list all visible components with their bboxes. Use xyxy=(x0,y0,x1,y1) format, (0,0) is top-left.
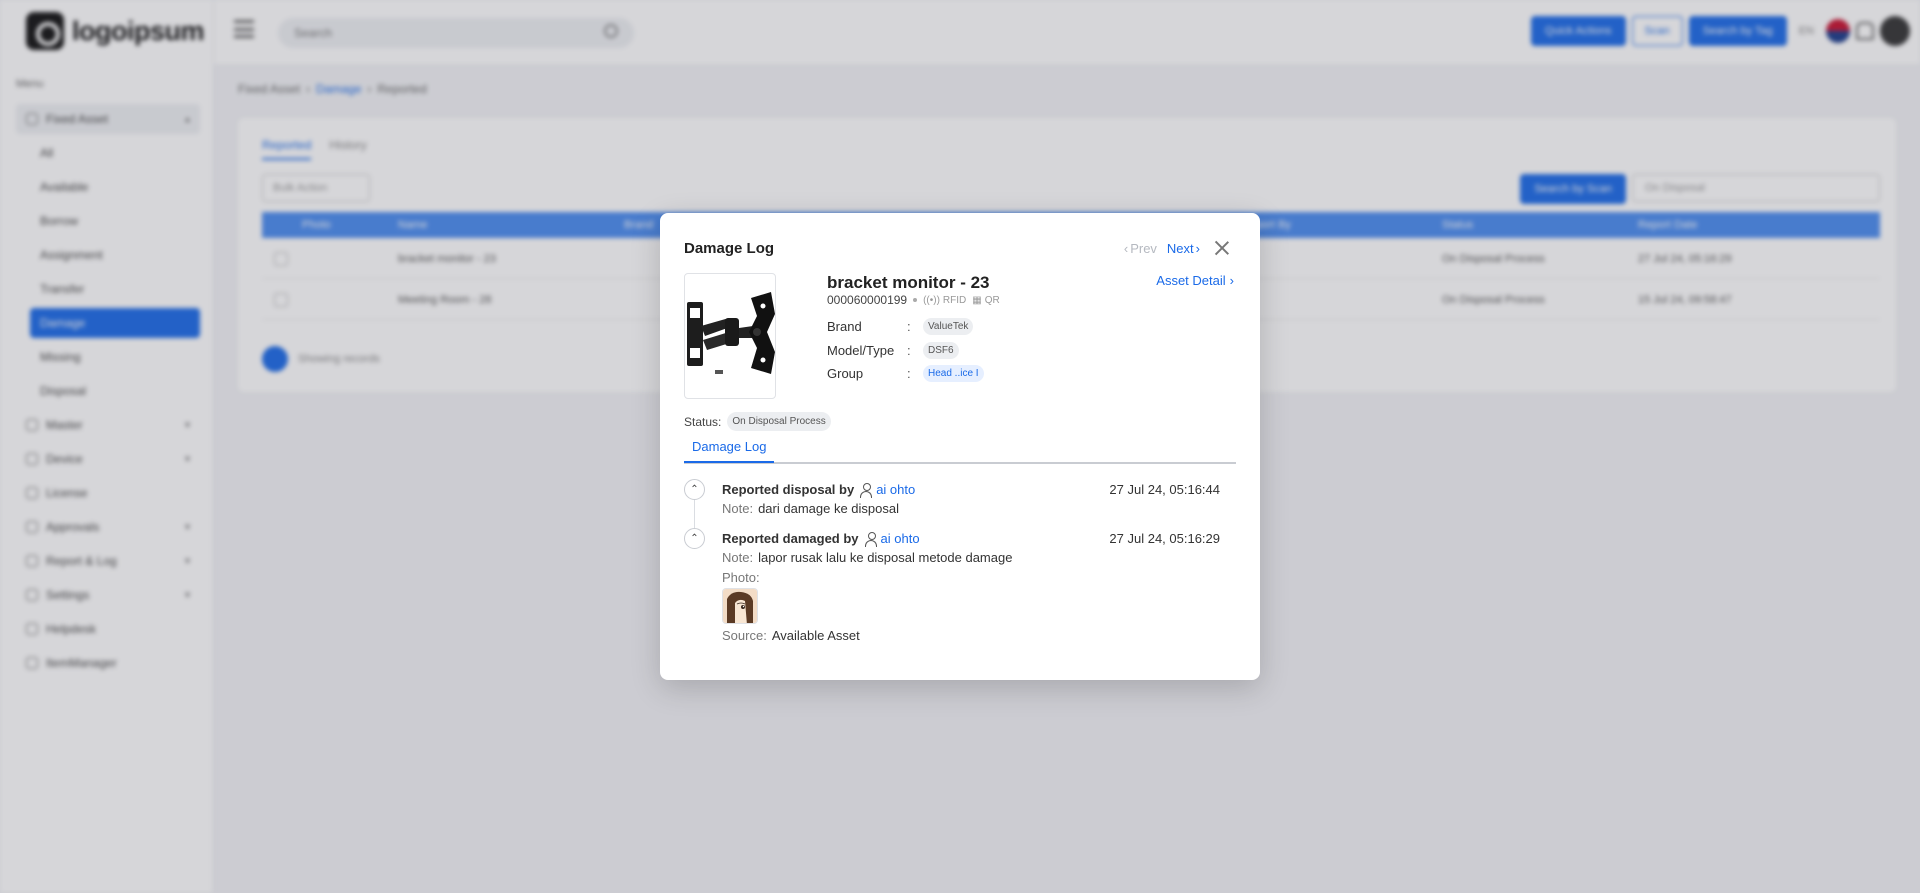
next-button[interactable]: Next › xyxy=(1167,241,1200,256)
user-icon xyxy=(864,531,877,547)
prev-button[interactable]: ‹ Prev xyxy=(1124,241,1157,256)
status-row: Status: On Disposal Process xyxy=(684,412,831,431)
log-heading: Reported disposal by ai ohto xyxy=(722,482,915,498)
tab-damage-log[interactable]: Damage Log xyxy=(684,439,775,463)
asset-detail-link[interactable]: Asset Detail › xyxy=(1156,273,1234,288)
attribute-value-chip: Head ..ice I xyxy=(923,365,984,382)
asset-name: bracket monitor - 23 xyxy=(827,273,990,292)
rfid-icon: ((•)) xyxy=(923,294,940,306)
asset-code-row: 000060000199 ((•)) RFID ▦ QR xyxy=(827,293,1000,307)
damage-log-modal: Damage Log ‹ Prev Next › bracket monitor -… xyxy=(660,213,1260,680)
log-date: 27 Jul 24, 05:16:44 xyxy=(1109,482,1220,497)
source-label: Source: xyxy=(722,628,767,643)
asset-code: 000060000199 xyxy=(827,293,908,307)
status-badge: On Disposal Process xyxy=(727,412,831,431)
attribute-key: Model/Type xyxy=(827,343,895,358)
source-text: Available Asset xyxy=(771,628,860,643)
chevron-right-icon: › xyxy=(1195,240,1200,256)
modal-navigation: ‹ Prev Next › xyxy=(1124,240,1230,256)
log-action: Reported damaged by xyxy=(722,531,859,546)
log-photo-label: Photo: xyxy=(722,570,760,585)
chevron-left-icon: ‹ xyxy=(1123,240,1129,256)
damage-photo-thumbnail[interactable] xyxy=(722,588,758,624)
log-note: Note: dari damage ke disposal xyxy=(722,501,899,516)
log-heading: Reported damaged by ai ohto xyxy=(722,531,920,547)
attribute-value-chip: ValueTek xyxy=(923,318,974,335)
note-text: lapor rusak lalu ke disposal metode dama… xyxy=(758,550,1013,565)
user-icon xyxy=(860,482,873,498)
damage-photo-image xyxy=(723,589,757,623)
log-user-link[interactable]: ai ohto xyxy=(860,482,915,498)
note-text: dari damage ke disposal xyxy=(758,501,899,516)
asset-photo xyxy=(684,273,776,399)
modal-title: Damage Log xyxy=(684,240,775,257)
qr-icon: ▦ xyxy=(972,294,982,306)
status-label: Status: xyxy=(684,414,722,429)
attribute-model-type: Model/Type : DSF6 xyxy=(827,342,959,359)
attribute-key: Brand xyxy=(827,319,862,334)
monitor-bracket-image xyxy=(687,292,775,374)
log-action: Reported disposal by xyxy=(722,482,855,497)
attribute-value-chip: DSF6 xyxy=(923,342,959,359)
chevron-up-icon[interactable]: ⌃ xyxy=(684,528,705,549)
note-label: Note: xyxy=(722,550,754,565)
separator-dot xyxy=(913,298,918,302)
log-source: Source: Available Asset xyxy=(722,628,860,643)
attribute-key: Group xyxy=(827,366,864,381)
qr-tag: ▦ QR xyxy=(972,294,1000,306)
chevron-up-icon[interactable]: ⌃ xyxy=(684,479,705,500)
note-label: Note: xyxy=(722,501,754,516)
log-user-link[interactable]: ai ohto xyxy=(864,531,920,547)
log-date: 27 Jul 24, 05:16:29 xyxy=(1109,531,1220,546)
rfid-tag: ((•)) RFID xyxy=(923,294,967,306)
chevron-right-icon: › xyxy=(1229,273,1234,288)
close-icon[interactable] xyxy=(1214,240,1230,256)
log-note: Note: lapor rusak lalu ke disposal metod… xyxy=(722,550,1012,565)
modal-tabbar: Damage Log xyxy=(684,439,1236,464)
attribute-brand: Brand : ValueTek xyxy=(827,318,974,335)
attribute-group: Group : Head ..ice I xyxy=(827,365,984,382)
